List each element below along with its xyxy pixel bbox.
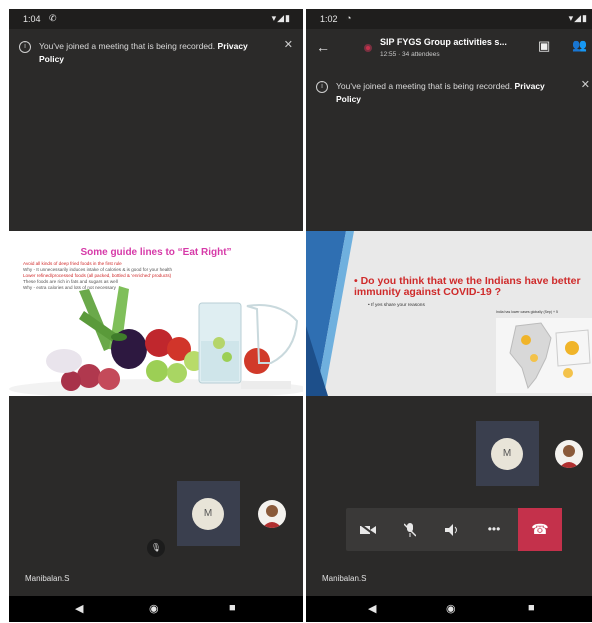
meeting-subtitle: 12:55 · 34 attendees	[380, 51, 440, 58]
recording-banner: i You've joined a meeting that is being …	[9, 37, 303, 75]
signal-wifi-battery-icons: ▾◢▮	[271, 13, 291, 23]
home-nav-icon[interactable]: ◉	[446, 602, 456, 615]
shared-slide: Some guide lines to “Eat Right” Avoid al…	[9, 231, 303, 396]
signal-wifi-battery-icons: ▾◢▮	[568, 13, 588, 23]
back-nav-icon[interactable]: ◀	[75, 602, 83, 615]
video-off-icon[interactable]	[348, 508, 388, 551]
back-arrow-icon[interactable]: ←	[316, 39, 330, 55]
back-nav-icon[interactable]: ◀	[368, 602, 376, 615]
left-phone-screen: 1:04 ✆ ▾◢▮ i You've joined a meeting tha…	[9, 9, 303, 622]
home-nav-icon[interactable]: ◉	[149, 602, 159, 615]
status-bar: 1:04 ✆ ▾◢▮	[9, 9, 303, 29]
mic-off-icon[interactable]	[390, 508, 430, 551]
person-photo-icon	[262, 505, 282, 528]
participant-name: Manibalan.S	[322, 574, 367, 583]
person-photo-icon	[559, 445, 579, 468]
android-nav-bar: ◀ ◉ ■	[306, 596, 592, 622]
slide-subtitle: • If yes share your reasons	[368, 303, 425, 308]
recents-nav-icon[interactable]: ■	[528, 602, 535, 614]
status-bar: 1:02 ◔ ▾◢▮	[306, 9, 592, 29]
android-nav-bar: ◀ ◉ ■	[9, 596, 303, 622]
speaker-icon[interactable]	[432, 508, 472, 551]
meeting-header: ← SIP FYGS Group activities s... 12:55 ·…	[306, 29, 592, 69]
recents-nav-icon[interactable]: ■	[229, 602, 236, 614]
participants-icon[interactable]: 👥	[572, 38, 587, 52]
mic-off-icon: 🎙	[147, 539, 165, 557]
info-icon: i	[19, 41, 31, 53]
participant-tile[interactable]: M	[177, 481, 240, 546]
vegetables-image	[9, 286, 303, 396]
recording-banner: i You've joined a meeting that is being …	[306, 77, 592, 115]
close-icon[interactable]: ✕	[581, 79, 590, 92]
shared-slide: • Do you think that we the Indians have …	[306, 231, 592, 396]
india-map-image	[496, 318, 592, 393]
right-phone-screen: 1:02 ◔ ▾◢▮ ← SIP FYGS Group activities s…	[306, 9, 592, 622]
status-time: 1:02	[320, 14, 338, 24]
avatar: M	[491, 438, 523, 470]
recording-banner-text: You've joined a meeting that is being re…	[39, 41, 248, 64]
hangup-icon: ☎	[531, 521, 549, 537]
info-icon: i	[316, 81, 328, 93]
meeting-title[interactable]: SIP FYGS Group activities s...	[380, 37, 534, 47]
self-view-avatar[interactable]	[258, 500, 286, 528]
recording-indicator-icon	[364, 44, 372, 52]
close-icon[interactable]: ✕	[284, 39, 293, 52]
avatar: M	[192, 498, 224, 530]
more-icon[interactable]: •••	[474, 508, 514, 551]
phone-icon: ✆	[49, 13, 57, 23]
participant-name: Manibalan.S	[25, 574, 70, 583]
call-controls: ••• ☎	[346, 508, 562, 551]
self-view-avatar[interactable]	[555, 440, 583, 468]
recording-banner-text: You've joined a meeting that is being re…	[336, 81, 545, 104]
status-time: 1:04	[23, 14, 41, 24]
participant-tile[interactable]: M	[476, 421, 539, 486]
map-heading: India has lower cases globally (Sep) + 5	[496, 310, 558, 314]
hangup-button[interactable]: ☎	[518, 508, 562, 551]
slide-title: • Do you think that we the Indians have …	[354, 275, 581, 298]
whatsapp-icon: ◔	[346, 13, 352, 23]
chat-icon[interactable]: ▣	[538, 38, 550, 54]
